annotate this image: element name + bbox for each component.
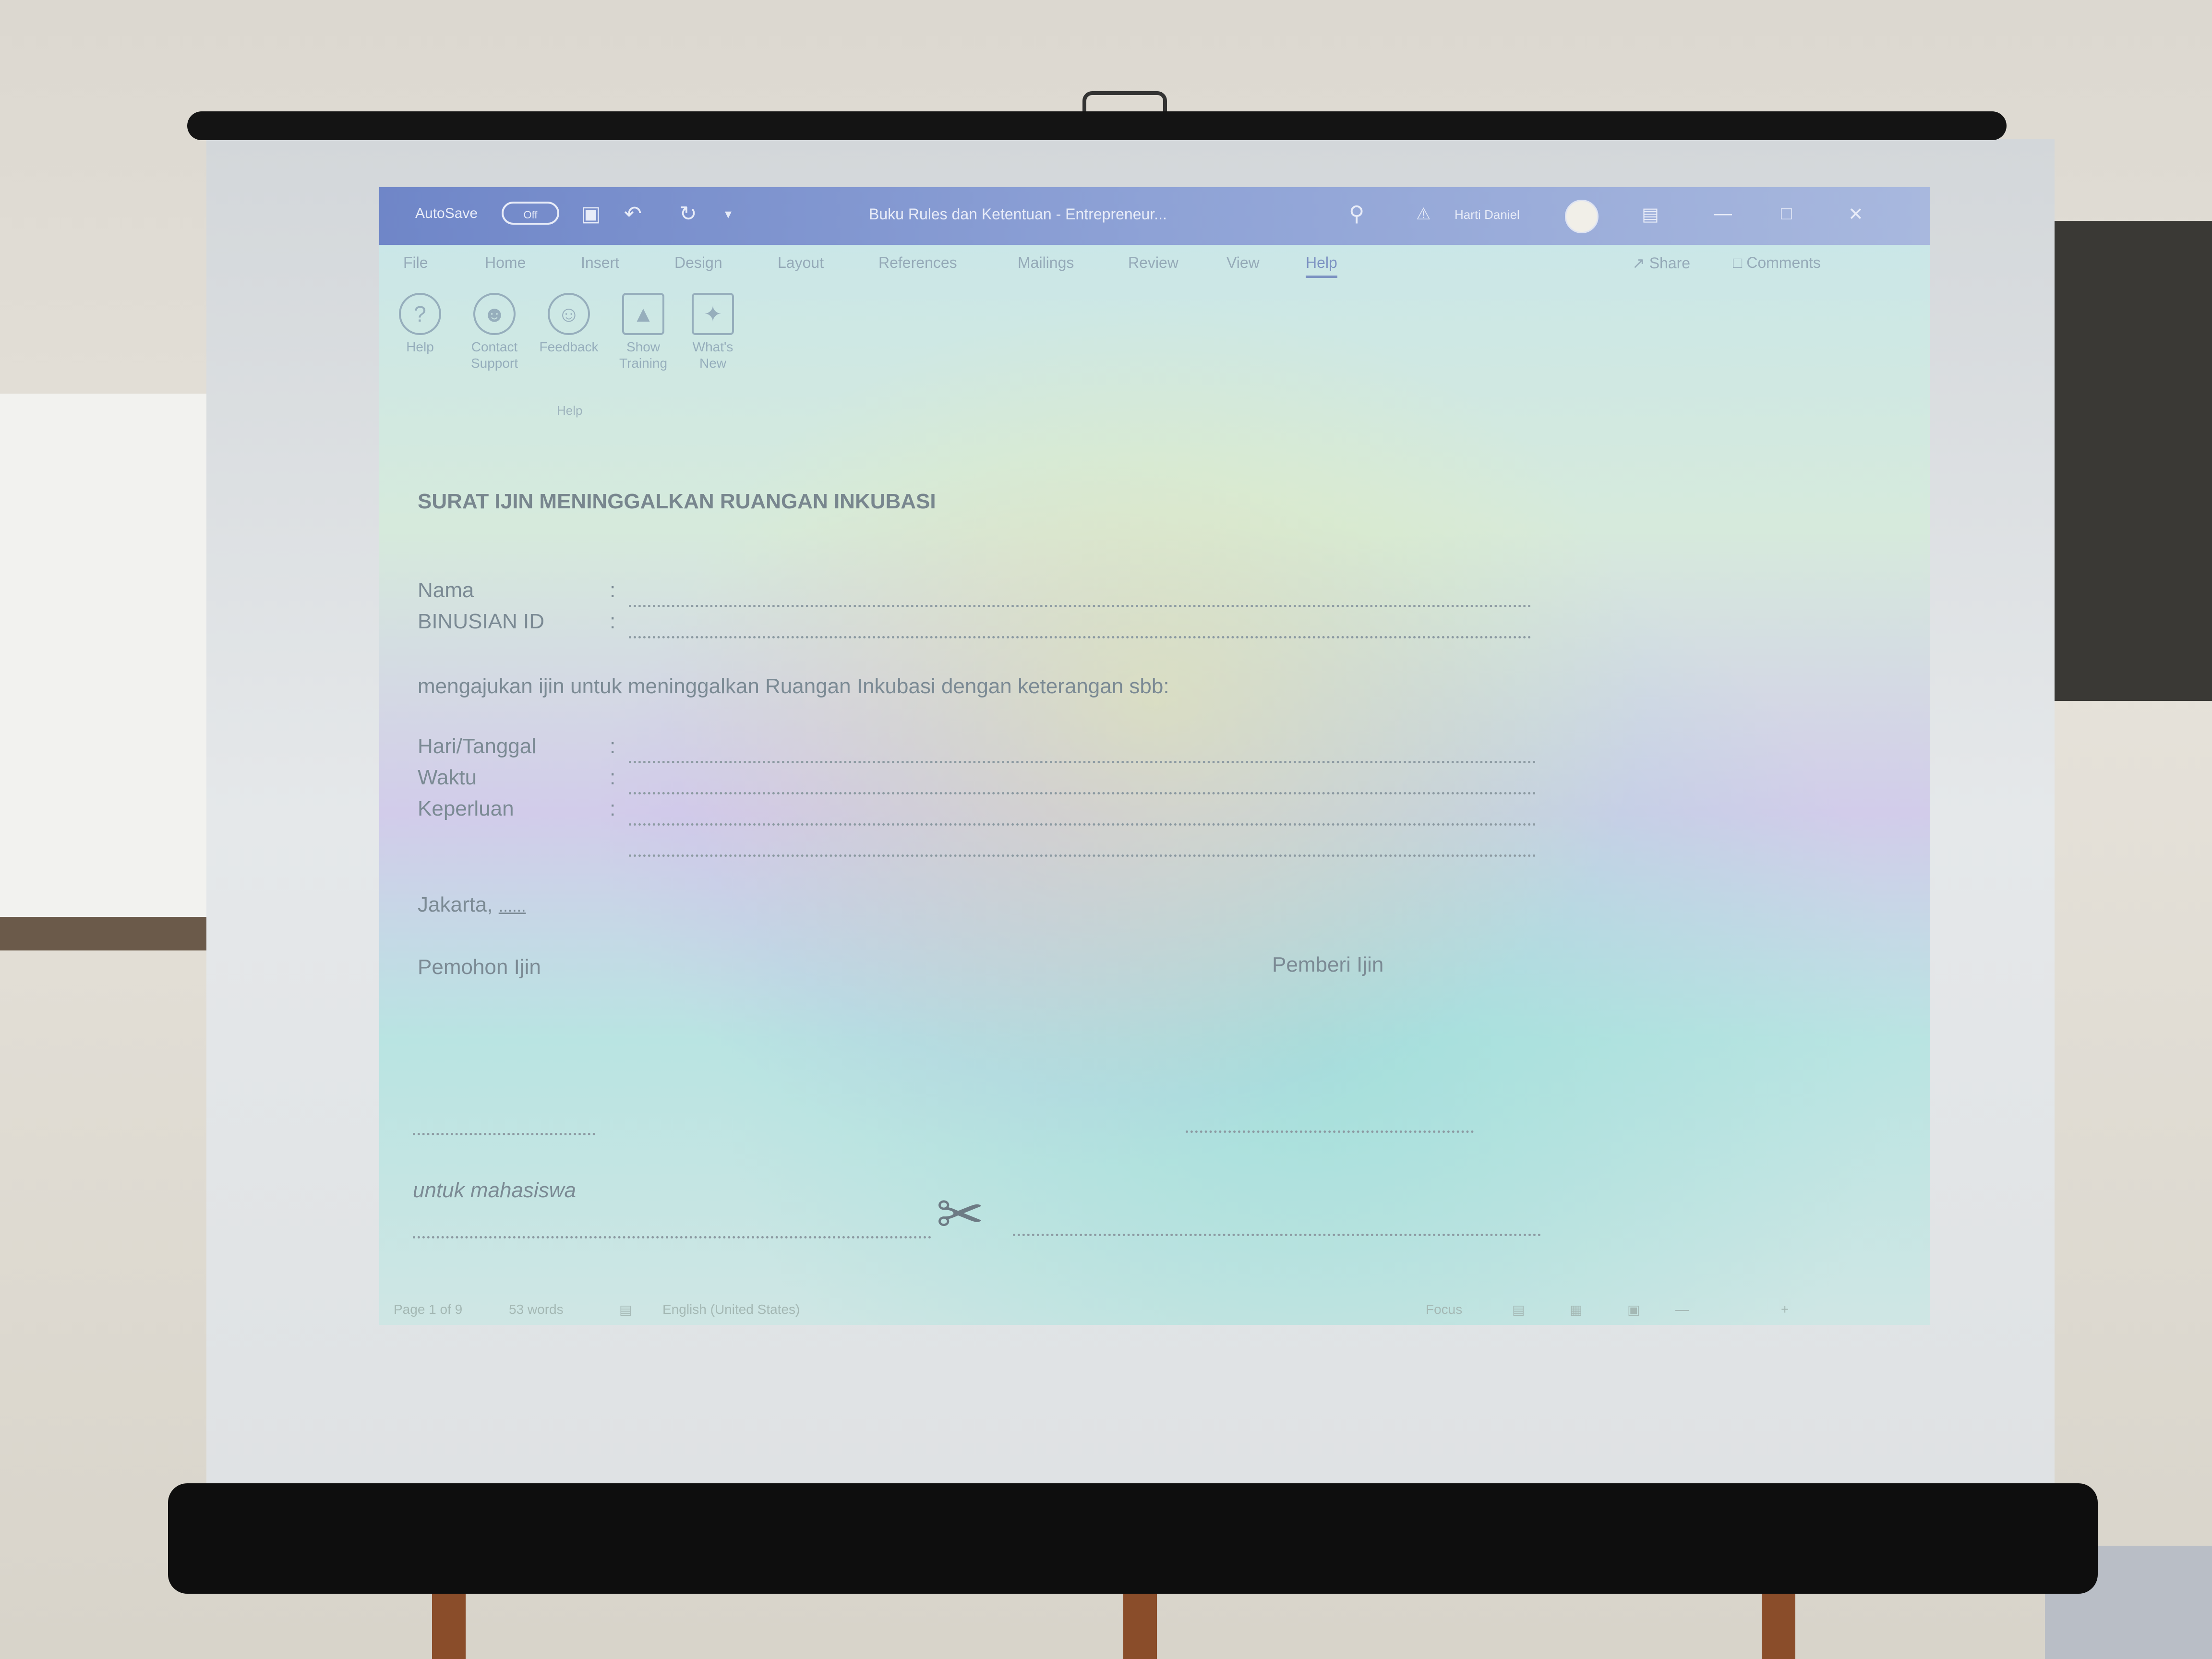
search-icon[interactable]: ⚲ (1349, 202, 1364, 227)
city-date-label: Jakarta, (418, 893, 493, 916)
smiley-icon: ☺ (548, 293, 590, 335)
save-icon[interactable]: ▣ (581, 202, 601, 227)
tab-review[interactable]: Review (1128, 254, 1178, 272)
close-icon[interactable]: ✕ (1848, 204, 1863, 225)
contact-support-label-2: Support (470, 356, 518, 371)
document-heading: SURAT IJIN MENINGGALKAN RUANGAN INKUBASI (418, 490, 936, 513)
field-label-nama: Nama (418, 578, 474, 602)
document-title: Buku Rules dan Ketentuan - Entrepreneur.… (869, 205, 1167, 223)
date-field[interactable]: ...... (499, 897, 526, 915)
user-name[interactable]: Harti Daniel (1455, 207, 1520, 222)
field-label-waktu: Waktu (418, 766, 477, 789)
scissors-icon: ✂ (936, 1182, 985, 1247)
person-icon: ☻ (473, 293, 516, 335)
word-window: AutoSave Off ▣ ↶ ↻ ▾ Buku Rules dan Kete… (379, 187, 1930, 1325)
status-language[interactable]: English (United States) (662, 1302, 800, 1317)
status-page[interactable]: Page 1 of 9 (394, 1302, 462, 1317)
status-words[interactable]: 53 words (509, 1302, 564, 1317)
whats-new-label-1: What's (692, 339, 733, 354)
field-line-keperluan[interactable] (629, 823, 1536, 826)
contact-support-button[interactable]: ☻ Contact Support (458, 293, 530, 372)
ribbon-tabs: File Home Insert Design Layout Reference… (379, 247, 1930, 286)
tab-design[interactable]: Design (674, 254, 722, 272)
status-bar: Page 1 of 9 53 words ▤ English (United S… (379, 1296, 1930, 1325)
minimize-icon[interactable]: — (1714, 204, 1732, 224)
feedback-button[interactable]: ☺ Feedback (533, 293, 605, 355)
autosave-toggle[interactable]: Off (502, 202, 559, 225)
city-date: Jakarta, ...... (418, 893, 526, 917)
field-colon: : (610, 734, 616, 758)
title-bar: AutoSave Off ▣ ↶ ↻ ▾ Buku Rules dan Kete… (379, 187, 1930, 245)
cut-line-right (1013, 1234, 1541, 1236)
zoom-in-icon[interactable]: + (1781, 1302, 1789, 1317)
field-line-waktu[interactable] (629, 792, 1536, 794)
tab-home[interactable]: Home (485, 254, 526, 272)
field-line-keperluan-2[interactable] (629, 854, 1536, 857)
redo-icon[interactable]: ↻ (679, 202, 697, 227)
screen-top-bar (187, 111, 2007, 140)
whats-new-button[interactable]: ✦ What's New (677, 293, 749, 372)
show-training-label-1: Show (626, 339, 661, 354)
question-icon: ? (399, 293, 441, 335)
field-label-hari-tanggal: Hari/Tanggal (418, 734, 537, 758)
proofing-icon[interactable]: ▤ (619, 1302, 632, 1318)
graduation-cap-icon: ▲ (622, 293, 664, 335)
help-button[interactable]: ? Help (384, 293, 456, 355)
zoom-out-icon[interactable]: — (1675, 1302, 1689, 1317)
tab-file[interactable]: File (403, 254, 428, 272)
status-focus[interactable]: Focus (1426, 1302, 1462, 1317)
warning-icon: ⚠ (1416, 205, 1431, 223)
intro-paragraph: mengajukan ijin untuk meninggalkan Ruang… (418, 674, 1169, 698)
web-layout-icon[interactable]: ▣ (1627, 1302, 1640, 1318)
undo-icon[interactable]: ↶ (624, 202, 642, 227)
comments-button[interactable]: □ Comments (1733, 254, 1821, 272)
avatar[interactable] (1565, 200, 1599, 233)
applicant-label: Pemohon Ijin (418, 955, 541, 979)
maximize-icon[interactable]: □ (1781, 204, 1792, 224)
share-label: Share (1649, 254, 1691, 272)
comments-label: Comments (1746, 254, 1821, 271)
window-sill (0, 917, 206, 950)
quick-access-dropdown-icon[interactable]: ▾ (725, 202, 732, 227)
show-training-label-2: Training (619, 356, 668, 371)
approver-signature-line[interactable] (1186, 1130, 1474, 1133)
screen-bottom-bar (168, 1483, 2098, 1594)
tab-mailings[interactable]: Mailings (1018, 254, 1074, 272)
tab-insert[interactable]: Insert (581, 254, 619, 272)
room-window (0, 394, 226, 922)
field-label-keperluan: Keperluan (418, 797, 514, 820)
tab-view[interactable]: View (1226, 254, 1260, 272)
cut-line-left (413, 1236, 931, 1238)
ribbon-display-options-icon[interactable]: ▤ (1642, 204, 1659, 225)
applicant-signature-line[interactable] (413, 1133, 595, 1135)
share-button[interactable]: ↗ Share (1632, 254, 1690, 272)
field-label-binusian-id: BINUSIAN ID (418, 610, 545, 633)
autosave-label: AutoSave (415, 205, 478, 221)
read-mode-icon[interactable]: ▤ (1512, 1302, 1525, 1318)
tab-help[interactable]: Help (1306, 254, 1337, 278)
tab-references[interactable]: References (878, 254, 957, 272)
print-layout-icon[interactable]: ▦ (1570, 1302, 1582, 1318)
field-line-binusian-id[interactable] (629, 636, 1531, 638)
field-colon: : (610, 578, 616, 602)
contact-support-label-1: Contact (471, 339, 518, 354)
whats-new-label-2: New (699, 356, 726, 371)
wand-icon: ✦ (692, 293, 734, 335)
field-colon: : (610, 766, 616, 789)
field-colon: : (610, 610, 616, 633)
help-button-label: Help (406, 339, 434, 354)
help-group-label: Help (557, 403, 583, 418)
footer-note: untuk mahasiswa (413, 1178, 576, 1202)
field-line-nama[interactable] (629, 605, 1531, 607)
field-colon: : (610, 797, 616, 820)
field-line-hari-tanggal[interactable] (629, 761, 1536, 763)
tab-layout[interactable]: Layout (778, 254, 824, 272)
feedback-label: Feedback (539, 339, 599, 354)
approver-label: Pemberi Ijin (1272, 953, 1384, 976)
show-training-button[interactable]: ▲ Show Training (607, 293, 679, 372)
